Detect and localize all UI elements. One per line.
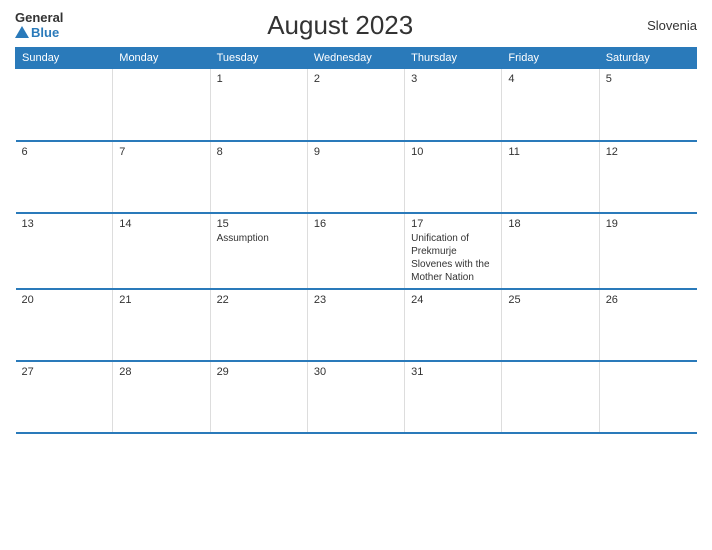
calendar-cell xyxy=(599,361,696,433)
date-number: 8 xyxy=(217,146,301,158)
calendar-cell xyxy=(16,69,113,141)
date-number: 30 xyxy=(314,366,398,378)
calendar-week-1: 1 2 3 4 5 xyxy=(16,69,697,141)
logo-blue-row: Blue xyxy=(15,26,63,40)
calendar-cell: 8 xyxy=(210,141,307,213)
calendar-cell: 16 xyxy=(307,213,404,289)
calendar-cell: 21 xyxy=(113,289,210,361)
date-number: 3 xyxy=(411,73,495,85)
calendar-cell: 25 xyxy=(502,289,599,361)
calendar-cell: 10 xyxy=(405,141,502,213)
calendar-cell: 11 xyxy=(502,141,599,213)
date-number: 15 xyxy=(217,218,301,230)
calendar-cell: 23 xyxy=(307,289,404,361)
logo-blue-text: Blue xyxy=(31,26,59,40)
calendar-cell: 17 Unification of Prekmurje Slovenes with… xyxy=(405,213,502,289)
date-number: 24 xyxy=(411,294,495,306)
col-tuesday: Tuesday xyxy=(210,48,307,69)
date-number: 27 xyxy=(22,366,107,378)
calendar-cell: 3 xyxy=(405,69,502,141)
date-number: 26 xyxy=(606,294,691,306)
date-number: 13 xyxy=(22,218,107,230)
date-number: 18 xyxy=(508,218,592,230)
col-monday: Monday xyxy=(113,48,210,69)
calendar-week-2: 67 8 9 10 11 12 xyxy=(16,141,697,213)
date-number: 21 xyxy=(119,294,203,306)
calendar-header-row: Sunday Monday Tuesday Wednesday Thursday… xyxy=(16,48,697,69)
calendar-week-4: 20 21 22 23 24 25 26 xyxy=(16,289,697,361)
calendar-cell: 12 xyxy=(599,141,696,213)
date-number: 6 xyxy=(22,146,107,158)
date-number: 1 xyxy=(217,73,301,85)
date-number: 2 xyxy=(314,73,398,85)
event-label: Unification of Prekmurje Slovenes with t… xyxy=(411,232,495,284)
country-label: Slovenia xyxy=(617,18,697,33)
col-sunday: Sunday xyxy=(16,48,113,69)
date-number: 12 xyxy=(606,146,691,158)
calendar-cell: 29 xyxy=(210,361,307,433)
month-title: August 2023 xyxy=(63,10,617,41)
calendar-week-3: 13 14 15 Assumption 16 17 Unification of Prekm… xyxy=(16,213,697,289)
calendar-cell: 2 xyxy=(307,69,404,141)
calendar-cell xyxy=(502,361,599,433)
calendar-week-5: 27 28 29 30 31 xyxy=(16,361,697,433)
calendar-cell xyxy=(113,69,210,141)
calendar-cell: 20 xyxy=(16,289,113,361)
date-number: 28 xyxy=(119,366,203,378)
date-number: 17 xyxy=(411,218,495,230)
date-number: 29 xyxy=(217,366,301,378)
date-number: 10 xyxy=(411,146,495,158)
calendar-page: General Blue August 2023 Slovenia Sunday… xyxy=(0,0,712,550)
date-number: 4 xyxy=(508,73,592,85)
date-number: 5 xyxy=(606,73,691,85)
date-number: 22 xyxy=(217,294,301,306)
date-number: 19 xyxy=(606,218,691,230)
calendar-cell: 30 xyxy=(307,361,404,433)
calendar-cell: 5 xyxy=(599,69,696,141)
date-number: 23 xyxy=(314,294,398,306)
calendar-cell: 4 xyxy=(502,69,599,141)
col-thursday: Thursday xyxy=(405,48,502,69)
calendar-cell: 26 xyxy=(599,289,696,361)
col-friday: Friday xyxy=(502,48,599,69)
logo-triangle-icon xyxy=(15,26,29,38)
date-number: 31 xyxy=(411,366,495,378)
logo: General Blue xyxy=(15,11,63,40)
calendar-cell: 19 xyxy=(599,213,696,289)
date-number: 14 xyxy=(119,218,203,230)
event-label: Assumption xyxy=(217,232,301,245)
date-number: 20 xyxy=(22,294,107,306)
calendar-cell: 27 xyxy=(16,361,113,433)
calendar-cell: 13 xyxy=(16,213,113,289)
logo-general-text: General xyxy=(15,11,63,25)
calendar-cell: 31 xyxy=(405,361,502,433)
col-saturday: Saturday xyxy=(599,48,696,69)
calendar-cell: 24 xyxy=(405,289,502,361)
date-number: 25 xyxy=(508,294,592,306)
col-wednesday: Wednesday xyxy=(307,48,404,69)
date-number: 11 xyxy=(508,146,592,158)
calendar-cell: 9 xyxy=(307,141,404,213)
calendar-table: Sunday Monday Tuesday Wednesday Thursday… xyxy=(15,47,697,434)
calendar-cell: 22 xyxy=(210,289,307,361)
calendar-cell: 1 xyxy=(210,69,307,141)
date-number: 7 xyxy=(119,146,203,158)
calendar-cell: 14 xyxy=(113,213,210,289)
calendar-cell: 18 xyxy=(502,213,599,289)
calendar-cell: 15 Assumption xyxy=(210,213,307,289)
calendar-cell: 7 xyxy=(113,141,210,213)
date-number: 16 xyxy=(314,218,398,230)
calendar-cell: 28 xyxy=(113,361,210,433)
date-number: 9 xyxy=(314,146,398,158)
calendar-cell: 6 xyxy=(16,141,113,213)
header: General Blue August 2023 Slovenia xyxy=(15,10,697,41)
